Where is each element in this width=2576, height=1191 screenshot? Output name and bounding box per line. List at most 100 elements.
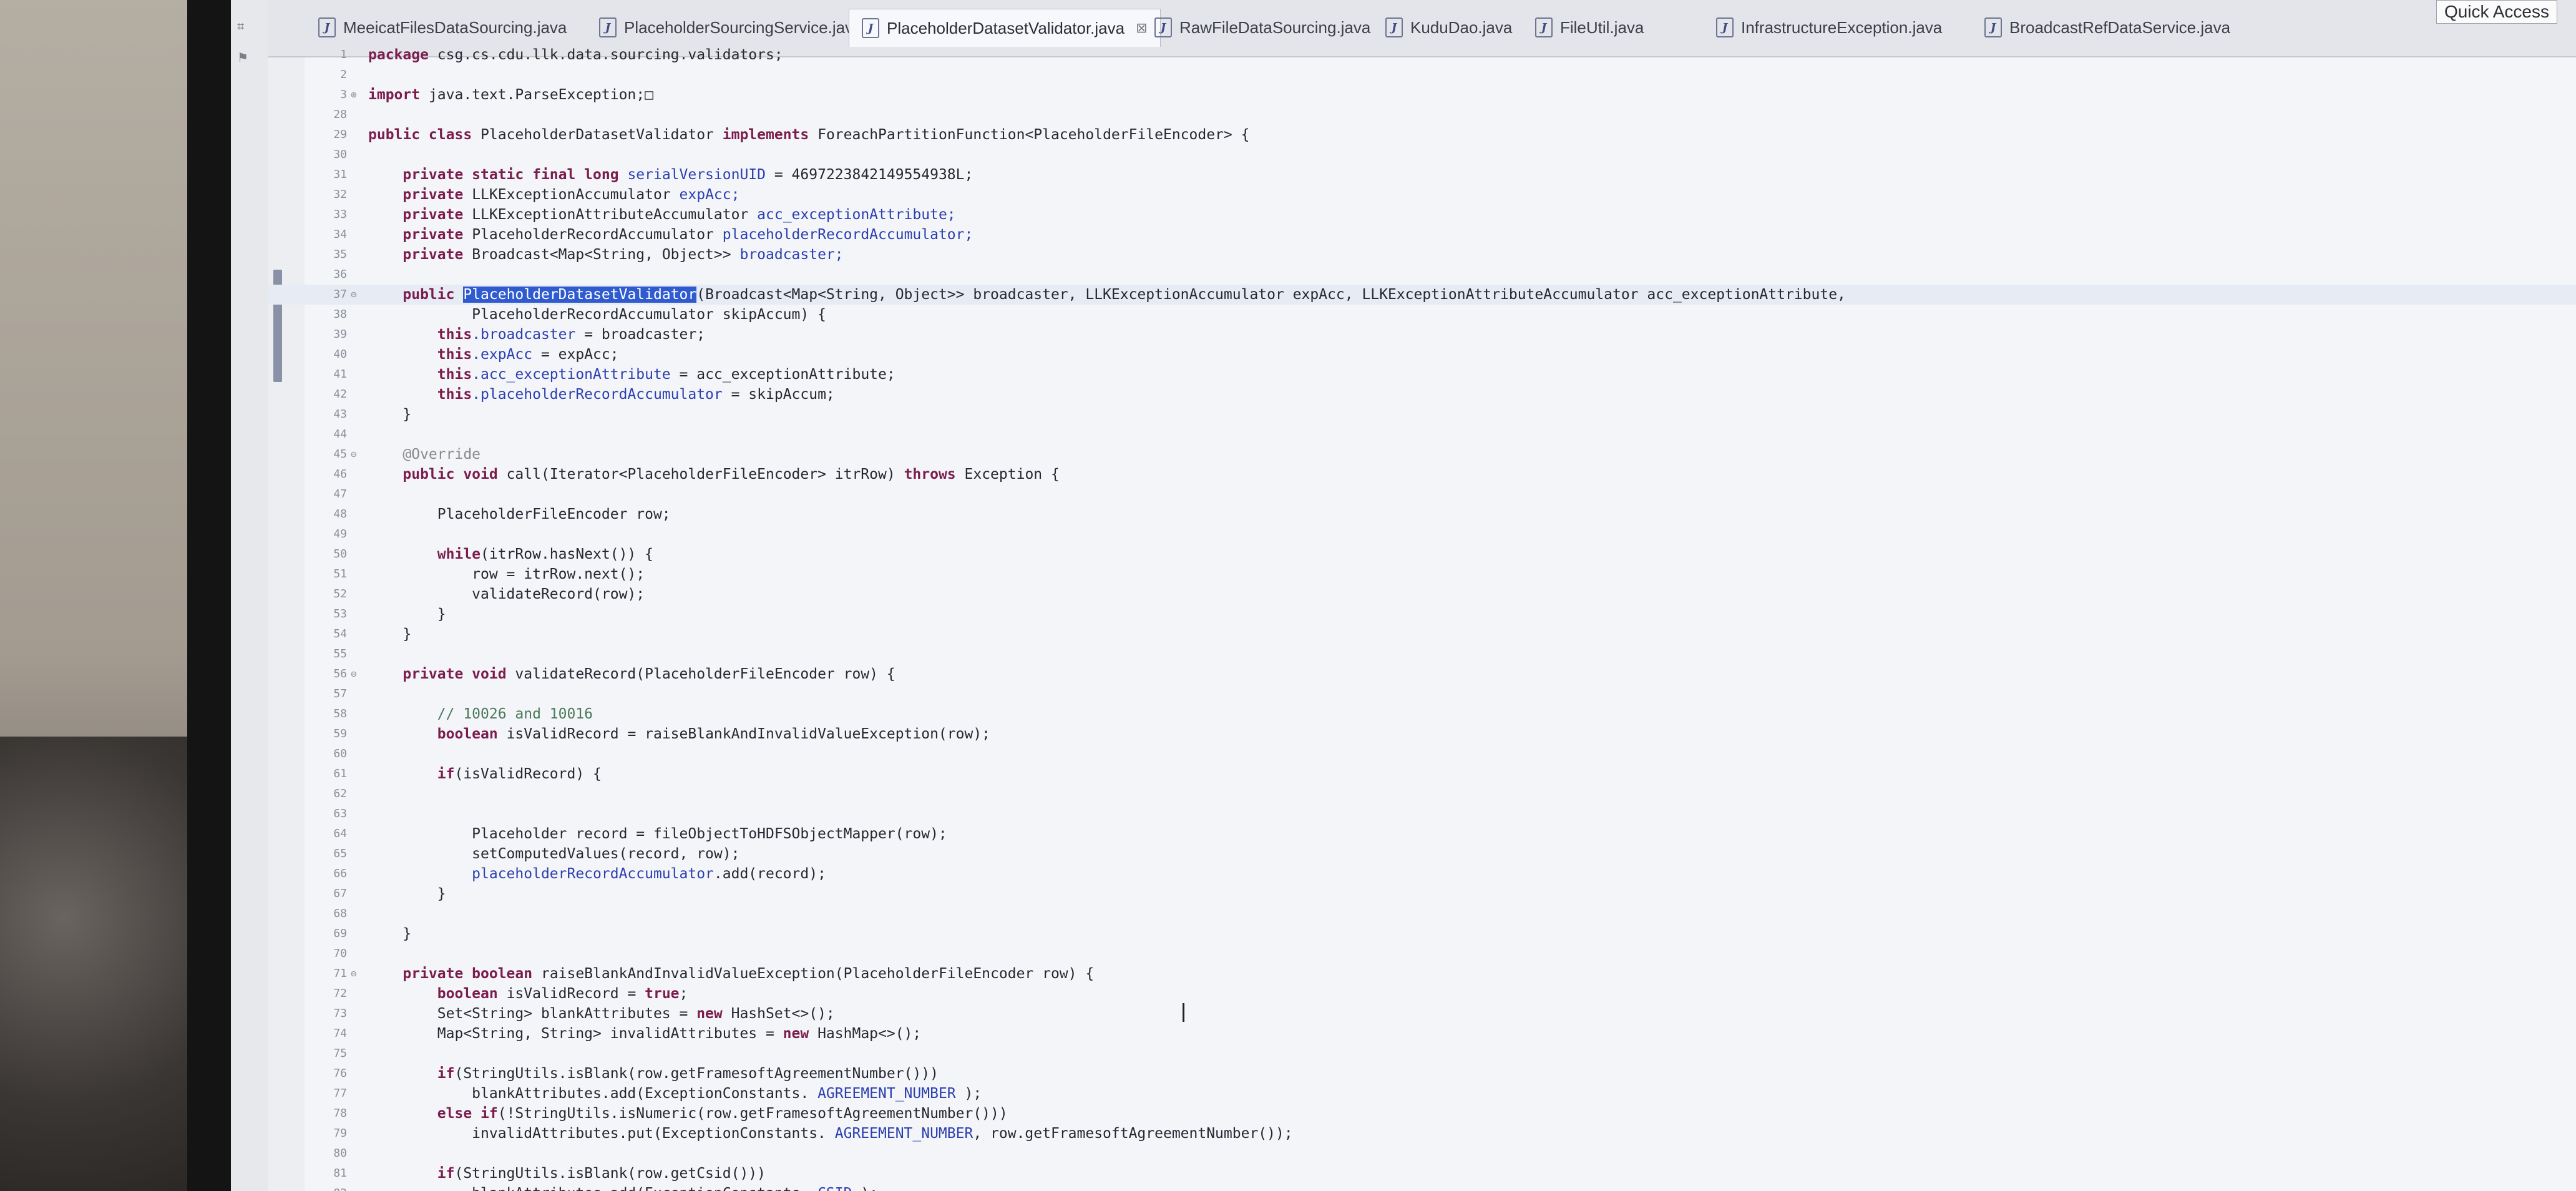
- code-token: this: [437, 346, 472, 363]
- code-line: 80: [268, 1144, 2576, 1164]
- quick-access-field[interactable]: Quick Access: [2436, 0, 2557, 24]
- code-token: validateRecord(row);: [368, 586, 645, 602]
- code-line: 28: [268, 105, 2576, 125]
- code-line: 55: [268, 644, 2576, 664]
- code-text: @Override: [368, 444, 481, 464]
- editor-tab[interactable]: J FileUtil.java: [1523, 9, 1656, 46]
- code-line: 3 ⊕ import java.text.ParseException;□: [268, 85, 2576, 105]
- code-text: }: [368, 884, 446, 904]
- code-text: placeholderRecordAccumulator.add(record)…: [368, 864, 826, 884]
- code-text: while(itrRow.hasNext()) {: [368, 544, 653, 564]
- line-number: 65: [333, 847, 347, 860]
- line-number: 79: [333, 1127, 347, 1140]
- code-token: .placeholderRecordAccumulator: [472, 386, 723, 403]
- code-line: 70: [268, 944, 2576, 964]
- code-token: = expAcc;: [540, 346, 619, 363]
- java-file-icon: J: [599, 17, 617, 37]
- code-token: raiseBlankAndInvalidValueException(Place…: [540, 966, 1095, 982]
- fold-toggle-icon[interactable]: ⊖: [351, 444, 361, 464]
- code-token: private: [402, 207, 464, 223]
- code-line: 49: [268, 524, 2576, 544]
- code-token: .broadcaster: [472, 326, 576, 343]
- fold-toggle-icon[interactable]: ⊖: [351, 664, 361, 684]
- code-text: Set<String> blankAttributes = new HashSe…: [368, 1004, 835, 1024]
- code-token: private: [402, 227, 464, 243]
- code-token: new: [783, 1026, 809, 1042]
- code-token: .add(record);: [713, 866, 826, 882]
- java-file-icon: J: [1385, 17, 1403, 37]
- code-text: this.broadcaster = broadcaster;: [368, 325, 705, 345]
- code-line: 33 private LLKExceptionAttributeAccumula…: [268, 205, 2576, 225]
- outline-icon[interactable]: ⚑: [237, 50, 252, 65]
- code-text: if(StringUtils.isBlank(row.getFramesoftA…: [368, 1064, 939, 1084]
- code-token: package: [368, 47, 429, 63]
- line-number: 41: [333, 368, 347, 381]
- fold-toggle-icon[interactable]: ⊕: [351, 85, 361, 105]
- line-number: 50: [333, 547, 347, 561]
- code-editor[interactable]: 1 package csg.cs.cdu.llk.data.sourcing.va…: [268, 47, 2576, 1191]
- editor-tab[interactable]: J PlaceholderSourcingService.java: [587, 9, 875, 46]
- fold-toggle-icon[interactable]: ⊖: [351, 285, 361, 305]
- editor-tab[interactable]: J InfrastructureException.java: [1704, 9, 1954, 46]
- code-line: 42 this.placeholderRecordAccumulator = s…: [268, 385, 2576, 404]
- code-token: Broadcast<Map<String, Object>>: [472, 247, 731, 263]
- tab-label: FileUtil.java: [1560, 17, 1644, 37]
- code-token: .expAcc: [472, 346, 533, 363]
- code-token: (StringUtils.isBlank(row.getCsid())): [454, 1165, 766, 1182]
- editor-tab[interactable]: J KuduDao.java: [1373, 9, 1525, 46]
- java-file-icon: J: [1535, 17, 1553, 37]
- editor-tab[interactable]: J PlaceholderDatasetValidator.java ⊠: [849, 9, 1161, 47]
- line-number: 1: [340, 48, 347, 61]
- code-text: }: [368, 624, 411, 644]
- code-line: 1 package csg.cs.cdu.llk.data.sourcing.va…: [268, 45, 2576, 65]
- code-line: 29 public class PlaceholderDatasetValidat…: [268, 125, 2576, 145]
- code-line: 53 }: [268, 604, 2576, 624]
- code-token: validateRecord(PlaceholderFileEncoder ro…: [515, 666, 895, 682]
- text-cursor: [1183, 1003, 1184, 1022]
- line-number: 45: [333, 448, 347, 461]
- code-text: private LLKExceptionAttributeAccumulator…: [368, 205, 955, 225]
- code-token: ;: [679, 986, 688, 1002]
- code-token: );: [964, 1086, 982, 1102]
- line-number: 28: [333, 108, 347, 121]
- code-token: new: [696, 1006, 723, 1022]
- line-number: 57: [333, 687, 347, 700]
- editor-tab[interactable]: J RawFileDataSourcing.java: [1142, 9, 1383, 46]
- code-token: import: [368, 87, 421, 103]
- code-token: java.text.ParseException;□: [428, 87, 653, 103]
- code-text: }: [368, 404, 411, 424]
- line-number: 37: [333, 288, 347, 301]
- line-number: 58: [333, 707, 347, 720]
- code-line: 71 ⊖ private boolean raiseBlankAndInvalid…: [268, 964, 2576, 984]
- code-token: broadcaster;: [739, 247, 844, 263]
- tab-label: KuduDao.java: [1410, 17, 1513, 37]
- fold-toggle-icon[interactable]: ⊖: [351, 964, 361, 984]
- editor-tab[interactable]: J MeeicatFilesDataSourcing.java: [306, 9, 579, 46]
- code-text: this.expAcc = expAcc;: [368, 345, 619, 365]
- line-number: 33: [333, 208, 347, 221]
- code-line: 67 }: [268, 884, 2576, 904]
- line-number: 63: [333, 807, 347, 820]
- line-number: 81: [333, 1167, 347, 1180]
- line-number: 82: [316, 1184, 347, 1191]
- code-text: package csg.cs.cdu.llk.data.sourcing.val…: [368, 45, 783, 65]
- code-token: PlaceholderDatasetValidator: [481, 127, 714, 143]
- editor-tab[interactable]: J BroadcastRefDataService.java: [1972, 9, 2243, 46]
- code-line: 78 else if(!StringUtils.isNumeric(row.ge…: [268, 1104, 2576, 1124]
- code-line: 69 }: [268, 924, 2576, 944]
- code-text: boolean isValidRecord = raiseBlankAndInv…: [368, 724, 990, 744]
- code-line: 44: [268, 424, 2576, 444]
- code-line: 65 setComputedValues(record, row);: [268, 844, 2576, 864]
- package-explorer-icon[interactable]: ⌗: [237, 19, 252, 34]
- code-token: (isValidRecord) {: [454, 766, 602, 782]
- code-line: 68: [268, 904, 2576, 924]
- line-number: 42: [333, 388, 347, 401]
- line-number: 71: [333, 967, 347, 980]
- code-token: = broadcaster;: [584, 326, 706, 343]
- code-line: 73 Set<String> blankAttributes = new Has…: [268, 1004, 2576, 1024]
- code-token: = skipAccum;: [731, 386, 835, 403]
- code-line: 31 private static final long serialVersi…: [268, 165, 2576, 185]
- code-token: placeholderRecordAccumulator: [472, 866, 714, 882]
